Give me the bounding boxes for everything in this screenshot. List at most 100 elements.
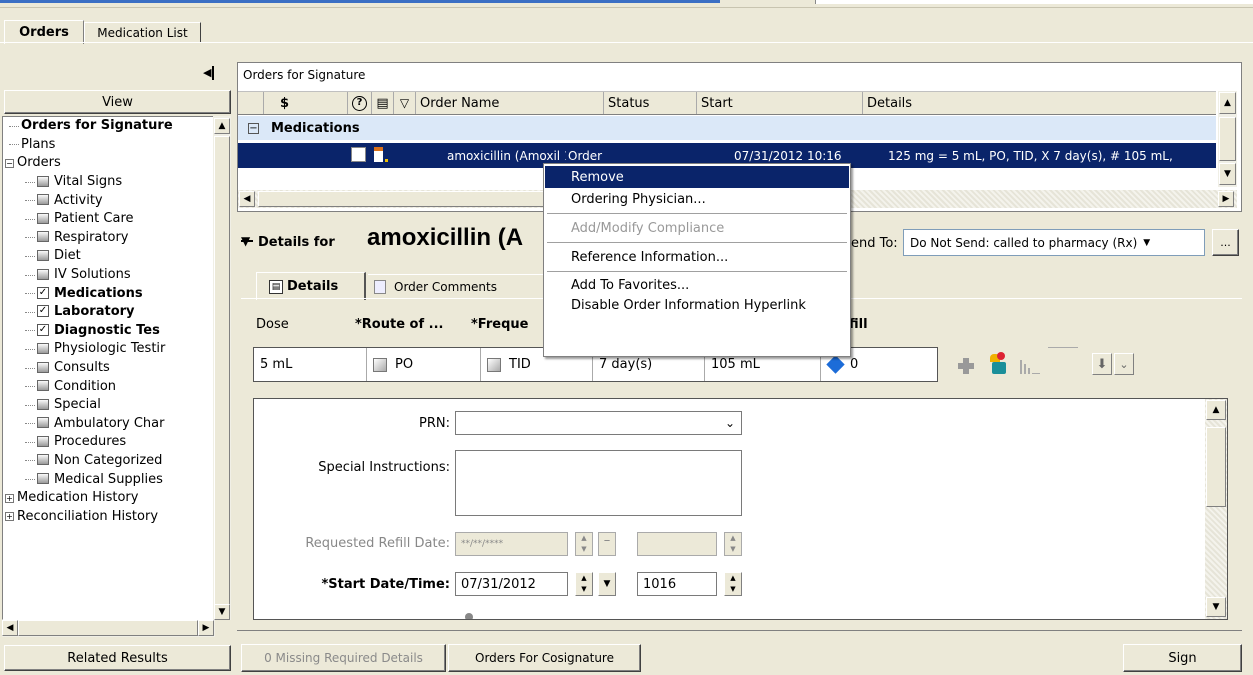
tree-item[interactable]: + Reconciliation History: [3, 507, 214, 526]
expand-icon[interactable]: +: [5, 493, 14, 503]
tab-details[interactable]: ▤ Details: [256, 272, 366, 300]
tree-item[interactable]: Consults: [3, 359, 214, 378]
tree-item[interactable]: ✓ Laboratory: [3, 303, 214, 322]
column-status[interactable]: Status: [604, 92, 697, 114]
tree-item[interactable]: Plans: [3, 136, 214, 155]
start-time-spinner[interactable]: ▲ ▼: [724, 572, 742, 596]
sign-label: Sign: [1168, 650, 1197, 666]
orders-scroll-left-icon[interactable]: ◀: [239, 191, 255, 207]
menu-add-to-favorites[interactable]: Add To Favorites...: [545, 275, 849, 295]
details-form: PRN: ⌄ Special Instructions: Requested R…: [253, 398, 1228, 620]
collapse-group-icon[interactable]: −: [248, 122, 259, 134]
category-icon: [37, 361, 49, 373]
details-tab-icon: ▤: [269, 279, 283, 294]
start-date-input[interactable]: 07/31/2012: [455, 572, 568, 596]
tree-item[interactable]: Orders for Signature: [3, 117, 214, 136]
route-cell[interactable]: PO: [367, 348, 481, 381]
start-time-input[interactable]: 1016: [637, 572, 717, 596]
tree-item[interactable]: Special: [3, 396, 214, 415]
form-v-scrollbar[interactable]: ▲ ▼: [1205, 399, 1227, 619]
tree-item[interactable]: Activity: [3, 191, 214, 210]
tree-item[interactable]: Physiologic Testir: [3, 340, 214, 359]
tree-item[interactable]: + Medication History: [3, 489, 214, 508]
tree-item-label: Special: [54, 397, 101, 413]
menu-reference-information[interactable]: Reference Information...: [545, 246, 849, 268]
form-scroll-up-icon[interactable]: ▲: [1206, 400, 1226, 420]
menu-disable-hyperlink[interactable]: Disable Order Information Hyperlink: [545, 295, 849, 315]
note-icon[interactable]: ▤: [372, 92, 394, 114]
prn-select[interactable]: ⌄: [455, 411, 742, 435]
tree-item[interactable]: ✓ Medications: [3, 284, 214, 303]
start-date-spinner[interactable]: ▲ ▼: [575, 572, 593, 596]
column-details[interactable]: Details: [863, 92, 1216, 114]
menu-ordering-physician-label: Ordering Physician...: [571, 191, 706, 207]
tree-item[interactable]: Vital Signs: [3, 173, 214, 192]
orders-v-scrollbar[interactable]: ▲ ▼: [1218, 91, 1237, 187]
expand-more-icon[interactable]: ⌄: [1114, 353, 1134, 375]
send-to-more-button[interactable]: ...: [1212, 229, 1239, 256]
menu-ordering-physician[interactable]: Ordering Physician...: [545, 188, 849, 210]
start-date-dropdown[interactable]: ▼: [598, 572, 616, 596]
filter-icon[interactable]: ▽: [394, 92, 416, 114]
add-icon[interactable]: [956, 356, 976, 376]
tree-scroll-right-icon[interactable]: ▶: [198, 620, 214, 636]
tree-scroll-down-icon[interactable]: ▼: [214, 604, 230, 620]
column-price[interactable]: $: [264, 92, 348, 114]
tree-item[interactable]: Non Categorized: [3, 452, 214, 471]
prn-dropdown-icon[interactable]: ⌄: [725, 416, 735, 430]
status-cell: Order: [568, 148, 603, 163]
column-order-name[interactable]: Order Name: [416, 92, 604, 114]
orders-for-cosignature-button[interactable]: Orders For Cosignature: [448, 644, 641, 672]
group-row-medications[interactable]: − Medications: [238, 116, 1216, 140]
tree-h-scrollbar[interactable]: ◀ ▶: [2, 620, 215, 637]
tab-medication-list[interactable]: Medication List: [84, 22, 201, 42]
menu-remove[interactable]: Remove: [545, 166, 849, 188]
tab-orders-label: Orders: [19, 25, 69, 40]
refill-value: 0: [850, 357, 859, 372]
tab-order-comments[interactable]: Order Comments: [368, 274, 543, 298]
category-icon: [37, 268, 49, 280]
expand-icon[interactable]: +: [5, 512, 14, 522]
dropdown-arrow-icon[interactable]: ▼: [1143, 238, 1150, 248]
tree-item[interactable]: Ambulatory Char: [3, 415, 214, 434]
move-down-icon[interactable]: ⬇: [1092, 353, 1112, 375]
category-icon: [37, 194, 49, 206]
tab-details-label: Details: [287, 279, 339, 294]
tree-scrollbar[interactable]: ▲ ▼: [213, 116, 231, 620]
collapse-icon[interactable]: −: [5, 158, 14, 168]
tree-item[interactable]: Condition: [3, 377, 214, 396]
sign-button[interactable]: Sign: [1123, 644, 1242, 672]
dose-cell[interactable]: 5 mL: [254, 348, 367, 381]
related-results-label: Related Results: [67, 650, 168, 666]
tree-item[interactable]: Respiratory: [3, 229, 214, 248]
orders-scroll-down-icon[interactable]: ▼: [1219, 163, 1236, 185]
refill-time-input: [637, 532, 717, 556]
chart-bars-icon[interactable]: [1020, 358, 1044, 374]
medication-bottle-icon[interactable]: [988, 352, 1010, 376]
tab-orders[interactable]: Orders: [4, 20, 84, 44]
form-scroll-down-icon[interactable]: ▼: [1206, 597, 1226, 617]
orders-scroll-right-icon[interactable]: ▶: [1218, 191, 1234, 207]
tree-item[interactable]: − Orders: [3, 154, 214, 173]
related-results-button[interactable]: Related Results: [4, 645, 231, 671]
tree-item[interactable]: IV Solutions: [3, 266, 214, 285]
column-start[interactable]: Start: [697, 92, 863, 114]
send-to-select[interactable]: Do Not Send: called to pharmacy (Rx) ▼: [903, 229, 1205, 256]
special-instructions-input[interactable]: [455, 450, 742, 516]
send-to-value: Do Not Send: called to pharmacy (Rx): [910, 235, 1138, 250]
row-checkbox[interactable]: [347, 146, 371, 165]
tree-item[interactable]: Procedures: [3, 433, 214, 452]
tree-item[interactable]: Diet: [3, 247, 214, 266]
tree-item[interactable]: Medical Supplies: [3, 470, 214, 489]
tree-scroll-up-icon[interactable]: ▲: [214, 118, 230, 134]
help-icon[interactable]: ?: [348, 92, 372, 114]
menu-separator: [547, 271, 847, 272]
orders-column-header: $ ? ▤ ▽ Order Name Status Start Details: [238, 91, 1216, 115]
tree-item[interactable]: Patient Care: [3, 210, 214, 229]
refill-date-input: **/**/****: [455, 532, 568, 556]
orders-scroll-up-icon[interactable]: ▲: [1219, 92, 1236, 114]
route-value: PO: [395, 357, 414, 372]
order-name-cell[interactable]: amoxicillin (Amoxil 125 m...: [447, 149, 566, 163]
tree-scroll-left-icon[interactable]: ◀: [2, 620, 18, 636]
tree-item[interactable]: ✓ Diagnostic Tes: [3, 322, 214, 341]
